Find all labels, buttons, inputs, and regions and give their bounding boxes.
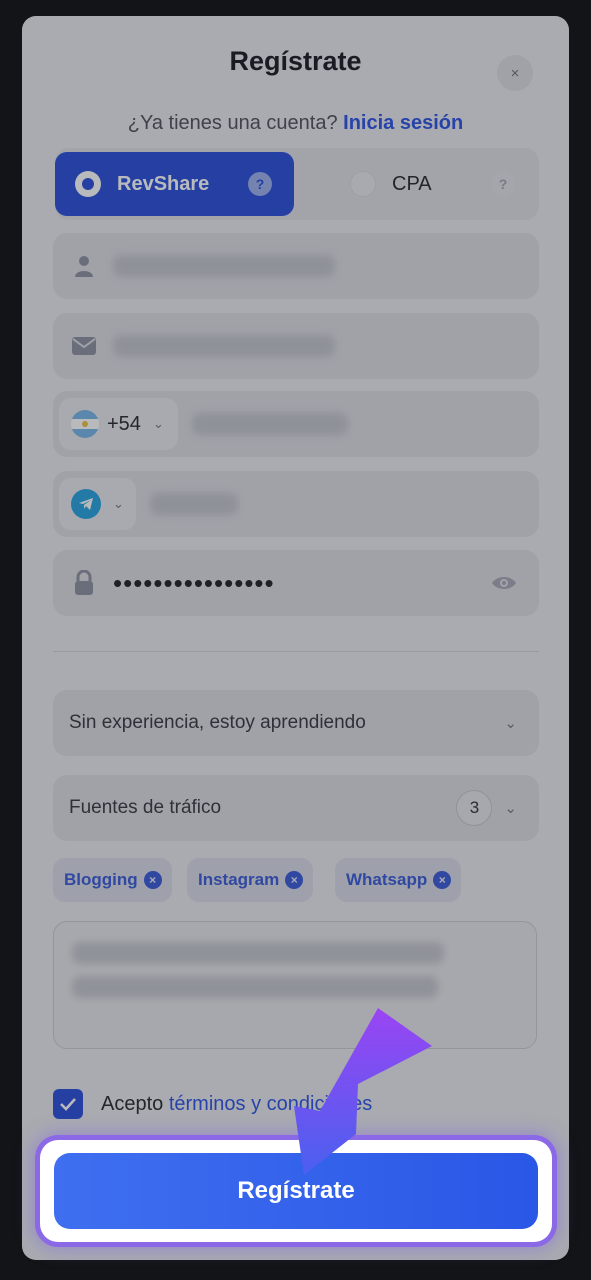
help-icon[interactable]: ? xyxy=(248,172,272,196)
model-selector: RevShare ? CPA ? xyxy=(55,148,539,220)
dial-code: +54 xyxy=(107,412,141,435)
experience-select[interactable]: Sin experiencia, estoy aprendiendo ⌄ xyxy=(53,690,539,756)
chevron-down-icon: ⌄ xyxy=(152,416,164,431)
traffic-sources-count: 3 xyxy=(456,790,493,826)
messenger-select[interactable]: ⌄ xyxy=(59,478,136,530)
tag-label: Blogging xyxy=(64,870,138,889)
password-value: •••••••••••••••• xyxy=(113,568,275,598)
argentina-flag-icon xyxy=(71,410,99,438)
remove-tag-icon[interactable]: × xyxy=(143,871,162,889)
terms-prefix: Acepto xyxy=(101,1092,164,1115)
tag-label: Instagram xyxy=(198,870,280,889)
country-code-select[interactable]: +54 ⌄ xyxy=(59,398,178,450)
eye-icon[interactable] xyxy=(491,574,517,592)
login-link[interactable]: Inicia sesión xyxy=(343,112,463,134)
modal-title: Regístrate xyxy=(229,46,362,76)
messenger-value xyxy=(149,493,238,515)
comments-value-line xyxy=(72,942,444,964)
radio-unselected-icon xyxy=(350,171,376,197)
submit-button[interactable]: Regístrate xyxy=(54,1153,538,1229)
email-value xyxy=(113,335,335,357)
experience-value: Sin experiencia, estoy aprendiendo xyxy=(69,712,366,733)
remove-tag-icon[interactable]: × xyxy=(433,871,452,889)
remove-tag-icon[interactable]: × xyxy=(285,871,304,889)
chevron-down-icon: ⌄ xyxy=(504,715,517,732)
comments-textarea[interactable] xyxy=(53,921,537,1049)
radio-selected-icon xyxy=(75,171,101,197)
tag-whatsapp: Whatsapp × xyxy=(335,858,462,902)
phone-value xyxy=(191,413,348,435)
terms-text: Acepto términos y condiciones xyxy=(101,1093,372,1116)
terms-checkbox[interactable] xyxy=(53,1089,83,1119)
model-option-revshare[interactable]: RevShare ? xyxy=(55,152,294,216)
lock-icon xyxy=(71,570,97,596)
tag-label: Whatsapp xyxy=(346,870,428,889)
form-divider xyxy=(53,651,539,652)
login-prompt-text: ¿Ya tienes una cuenta? xyxy=(127,112,338,134)
username-value xyxy=(113,255,335,277)
model-option-label: CPA xyxy=(392,172,432,195)
traffic-sources-label: Fuentes de tráfico xyxy=(69,797,222,818)
mail-icon xyxy=(71,333,97,359)
comments-value-line xyxy=(72,976,438,998)
password-field[interactable]: •••••••••••••••• xyxy=(53,550,539,616)
messenger-field[interactable]: ⌄ xyxy=(53,471,539,537)
phone-field[interactable]: +54 ⌄ xyxy=(53,391,539,457)
model-option-cpa[interactable]: CPA ? xyxy=(310,152,539,216)
user-icon xyxy=(71,253,97,279)
chevron-down-icon: ⌄ xyxy=(504,800,517,817)
registration-modal: Regístrate × ¿Ya tienes una cuenta? Inic… xyxy=(22,16,569,1260)
close-icon: × xyxy=(510,64,520,82)
terms-link[interactable]: términos y condiciones xyxy=(169,1093,372,1115)
username-field[interactable] xyxy=(53,233,539,299)
help-icon[interactable]: ? xyxy=(491,172,515,196)
model-option-label: RevShare xyxy=(117,172,210,195)
close-button[interactable]: × xyxy=(497,55,533,91)
tag-blogging: Blogging × xyxy=(53,858,172,902)
tag-instagram: Instagram × xyxy=(187,858,314,902)
telegram-icon xyxy=(71,489,101,519)
terms-row: Acepto términos y condiciones xyxy=(53,1088,372,1120)
chevron-down-icon: ⌄ xyxy=(113,496,124,511)
email-field[interactable] xyxy=(53,313,539,379)
login-prompt: ¿Ya tienes una cuenta? Inicia sesión xyxy=(22,112,569,135)
traffic-sources-select[interactable]: Fuentes de tráfico 3 ⌄ xyxy=(53,775,539,841)
